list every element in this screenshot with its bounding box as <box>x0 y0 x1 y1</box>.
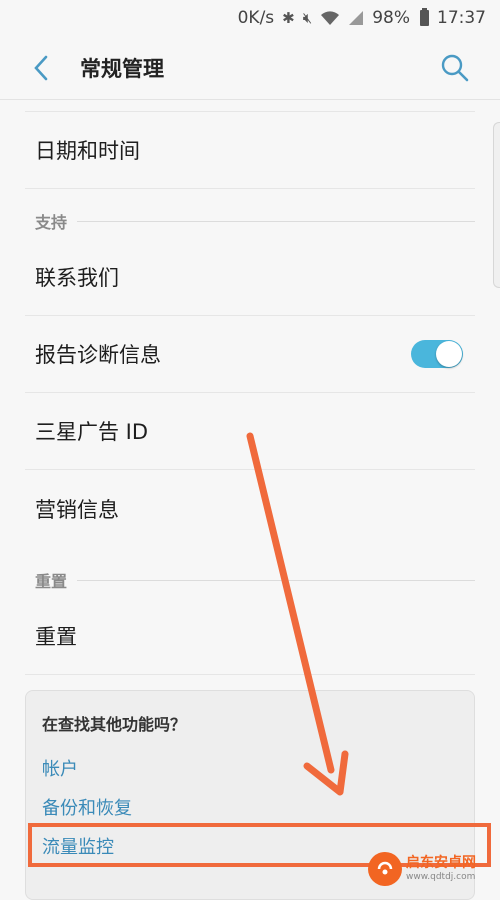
list-item-label: 联系我们 <box>35 266 119 290</box>
list-item-label: 三星广告 ID <box>35 420 149 444</box>
search-button[interactable] <box>440 53 470 83</box>
section-header-reset: 重置 <box>35 570 475 591</box>
list-item-label: 日期和时间 <box>35 139 140 163</box>
samsung-ad-id-item[interactable]: 三星广告 ID <box>25 393 475 470</box>
divider <box>77 220 475 222</box>
section-header-support: 支持 <box>35 211 475 232</box>
chevron-left-icon <box>34 55 48 80</box>
search-icon <box>441 54 469 82</box>
page-title: 常规管理 <box>80 56 164 81</box>
list-item-label: 重置 <box>35 625 77 649</box>
list-item-label: 营销信息 <box>35 497 119 522</box>
scrollbar[interactable] <box>493 122 500 288</box>
divider <box>77 579 475 581</box>
mute-icon: 🔇︎ <box>302 9 313 27</box>
date-time-item[interactable]: 日期和时间 <box>25 112 475 189</box>
signal-icon <box>349 11 364 25</box>
accounts-link[interactable]: 帐户 <box>42 755 78 781</box>
card-title: 在查找其他功能吗？ <box>42 715 187 734</box>
watermark-logo-icon <box>368 851 402 886</box>
watermark-name: 启东安卓网 <box>406 854 476 871</box>
report-diagnostics-toggle[interactable] <box>411 340 463 368</box>
list-item-label: 报告诊断信息 <box>35 343 161 367</box>
app-bar: 常规管理 <box>0 36 500 100</box>
backup-restore-link[interactable]: 备份和恢复 <box>42 794 132 820</box>
status-bar: 0K/s ✱ 🔇︎ 98% 17:37 <box>0 0 500 36</box>
watermark-url: www.qdtdj.com <box>406 871 476 882</box>
back-button[interactable] <box>26 53 56 83</box>
network-speed: 0K/s <box>237 8 275 28</box>
watermark: 启东安卓网 www.qdtdj.com <box>368 848 500 889</box>
toggle-knob <box>436 341 462 367</box>
report-diagnostics-item[interactable]: 报告诊断信息 <box>25 316 475 393</box>
contact-us-item[interactable]: 联系我们 <box>25 239 475 316</box>
battery-level: 98% <box>372 8 410 28</box>
clock: 17:37 <box>437 8 486 28</box>
bluetooth-icon: ✱ <box>282 9 295 27</box>
battery-icon <box>420 8 429 26</box>
reset-item[interactable]: 重置 <box>25 598 475 675</box>
marketing-info-item[interactable]: 营销信息 <box>25 470 475 547</box>
wifi-icon <box>321 11 340 25</box>
